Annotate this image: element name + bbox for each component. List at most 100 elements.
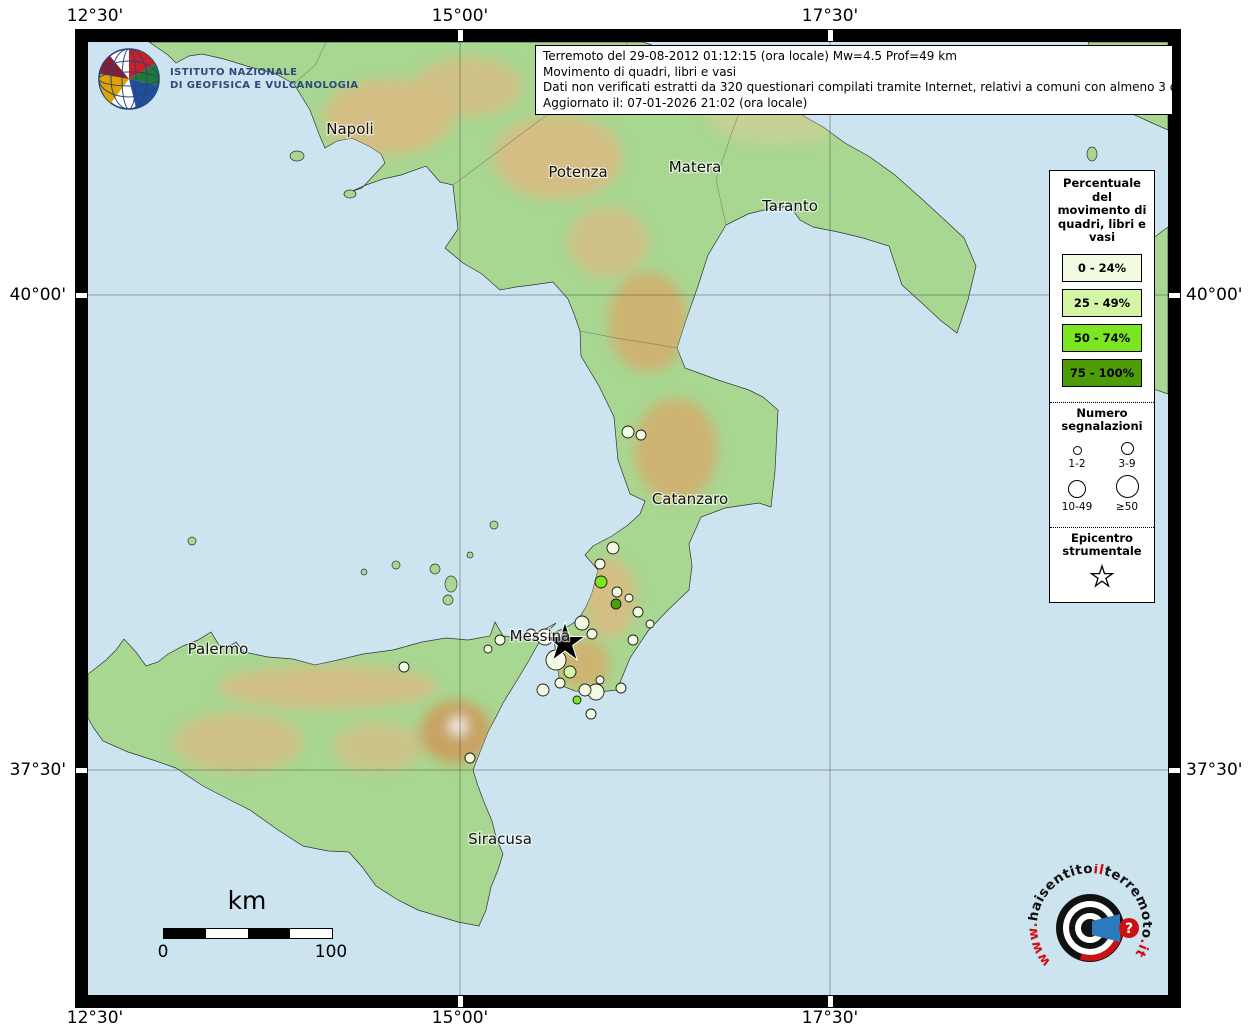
ingv-name: ISTITUTO NAZIONALE DI GEOFISICA E VULCAN… xyxy=(170,66,359,92)
legend-class-swatch: 75 - 100% xyxy=(1062,359,1142,387)
frame-right xyxy=(1168,29,1181,1008)
coord-label-right: 40°00' xyxy=(1186,285,1242,305)
felt-report-point xyxy=(586,709,596,719)
felt-report-point xyxy=(465,753,475,763)
event-info-box: Terremoto del 29-08-2012 01:12:15 (ora l… xyxy=(535,45,1173,115)
island-lipari xyxy=(445,576,457,592)
count-circle-icon xyxy=(1121,442,1134,455)
frame-tick xyxy=(76,768,87,773)
frame-tick xyxy=(1169,768,1180,773)
frame-tick xyxy=(828,30,833,41)
legend-epicenter-title: Epicentro strumentale xyxy=(1050,527,1154,561)
legend-count-class: 3-9 xyxy=(1102,442,1152,470)
frame-top xyxy=(75,29,1181,42)
count-circle-icon xyxy=(1068,480,1086,498)
felt-report-point xyxy=(596,676,604,684)
felt-report-point xyxy=(628,635,638,645)
legend-class-swatch: 25 - 49% xyxy=(1062,289,1142,317)
legend-count-classes: 1-23-910-49≥50 xyxy=(1050,436,1154,521)
scale-bar-graphic xyxy=(163,928,333,939)
frame-left xyxy=(75,29,88,1008)
felt-report-point xyxy=(612,587,622,597)
haisentitoilterremoto-logo: ? www.haisentitoilterremoto.it xyxy=(1028,864,1152,988)
city-label: Taranto xyxy=(761,197,818,215)
felt-report-point xyxy=(646,620,654,628)
island-alicudi xyxy=(361,569,367,575)
coord-label-bottom: 15°00' xyxy=(432,1008,488,1024)
count-label: 1-2 xyxy=(1052,458,1102,470)
island-ischia xyxy=(290,151,304,161)
felt-report-point xyxy=(625,594,633,602)
city-label: Palermo xyxy=(188,640,249,658)
scale-bar: km 0 100 xyxy=(120,886,380,970)
legend: Percentuale del movimento di quadri, lib… xyxy=(1049,170,1155,603)
ingv-logo: ISTITUTO NAZIONALE DI GEOFISICA E VULCAN… xyxy=(96,46,359,112)
felt-report-point xyxy=(622,426,634,438)
frame-tick xyxy=(458,996,463,1007)
felt-report-point xyxy=(587,629,597,639)
felt-report-point xyxy=(607,542,619,554)
event-question: Movimento di quadri, libri e vasi xyxy=(543,65,1165,81)
logo-question-mark: ? xyxy=(1125,921,1133,937)
coord-label-left: 40°00' xyxy=(4,285,66,305)
landmasses xyxy=(88,42,1168,926)
map-page: NapoliPotenzaMateraTarantoCatanzaroMessi… xyxy=(0,0,1254,1024)
scale-start-label: 0 xyxy=(151,942,175,962)
felt-report-point xyxy=(399,662,409,672)
legend-count-class: ≥50 xyxy=(1102,475,1152,513)
count-circle-icon xyxy=(1073,446,1082,455)
map-canvas: NapoliPotenzaMateraTarantoCatanzaroMessi… xyxy=(88,42,1168,995)
coord-label-top: 15°00' xyxy=(432,6,488,26)
island-salina xyxy=(430,564,440,574)
felt-report-point xyxy=(575,616,589,630)
frame-tick xyxy=(1169,293,1180,298)
felt-report-point xyxy=(555,678,565,688)
city-label: Messina xyxy=(510,627,571,645)
count-circle-icon xyxy=(1116,475,1139,498)
island-panarea xyxy=(467,552,473,558)
city-label: Catanzaro xyxy=(652,490,728,508)
scale-end-label: 100 xyxy=(313,942,349,962)
ingv-name-line1: ISTITUTO NAZIONALE xyxy=(170,66,359,79)
islet-right xyxy=(1087,147,1097,161)
island-filicudi xyxy=(392,561,400,569)
ingv-name-line2: DI GEOFISICA E VULCANOLOGIA xyxy=(170,79,359,92)
felt-report-point xyxy=(595,576,607,588)
legend-percent-title: Percentuale del movimento di quadri, lib… xyxy=(1050,171,1154,247)
felt-report-point xyxy=(573,696,581,704)
city-label: Matera xyxy=(669,158,722,176)
coord-label-top: 12°30' xyxy=(67,6,123,26)
ingv-globe-icon xyxy=(96,46,162,112)
count-label: 3-9 xyxy=(1102,458,1152,470)
felt-report-point xyxy=(595,559,605,569)
coord-label-bottom: 12°30' xyxy=(67,1008,123,1024)
coord-label-right: 37°30' xyxy=(1186,760,1242,780)
felt-report-point xyxy=(564,666,576,678)
count-label: ≥50 xyxy=(1102,501,1152,513)
scale-unit-label: km xyxy=(163,886,331,915)
legend-count-class: 10-49 xyxy=(1052,480,1102,513)
island-stromboli xyxy=(490,521,498,529)
legend-percent-classes: 0 - 24% 25 - 49% 50 - 74% 75 - 100% xyxy=(1050,254,1154,396)
city-label: Potenza xyxy=(548,163,607,181)
island-capri xyxy=(344,190,356,198)
frame-tick xyxy=(458,30,463,41)
legend-class-swatch: 0 - 24% xyxy=(1062,254,1142,282)
coord-label-bottom: 17°30' xyxy=(802,1008,858,1024)
legend-count-class: 1-2 xyxy=(1052,446,1102,470)
felt-report-point xyxy=(579,684,591,696)
event-updated: Aggiornato il: 07-01-2026 21:02 (ora loc… xyxy=(543,96,1165,112)
frame-tick xyxy=(76,293,87,298)
map-area: NapoliPotenzaMateraTarantoCatanzaroMessi… xyxy=(88,42,1168,995)
island-ustica xyxy=(188,537,196,545)
felt-report-point xyxy=(611,599,621,609)
frame-bottom xyxy=(75,995,1181,1008)
coord-label-top: 17°30' xyxy=(802,6,858,26)
logo-url-segment: .it xyxy=(1131,937,1152,960)
legend-count-title: Numero segnalazioni xyxy=(1050,402,1154,436)
legend-class-swatch: 50 - 74% xyxy=(1062,324,1142,352)
city-label: Siracusa xyxy=(468,830,532,848)
felt-report-point xyxy=(537,684,549,696)
event-title: Terremoto del 29-08-2012 01:12:15 (ora l… xyxy=(543,49,1165,65)
coord-label-left: 37°30' xyxy=(4,760,66,780)
